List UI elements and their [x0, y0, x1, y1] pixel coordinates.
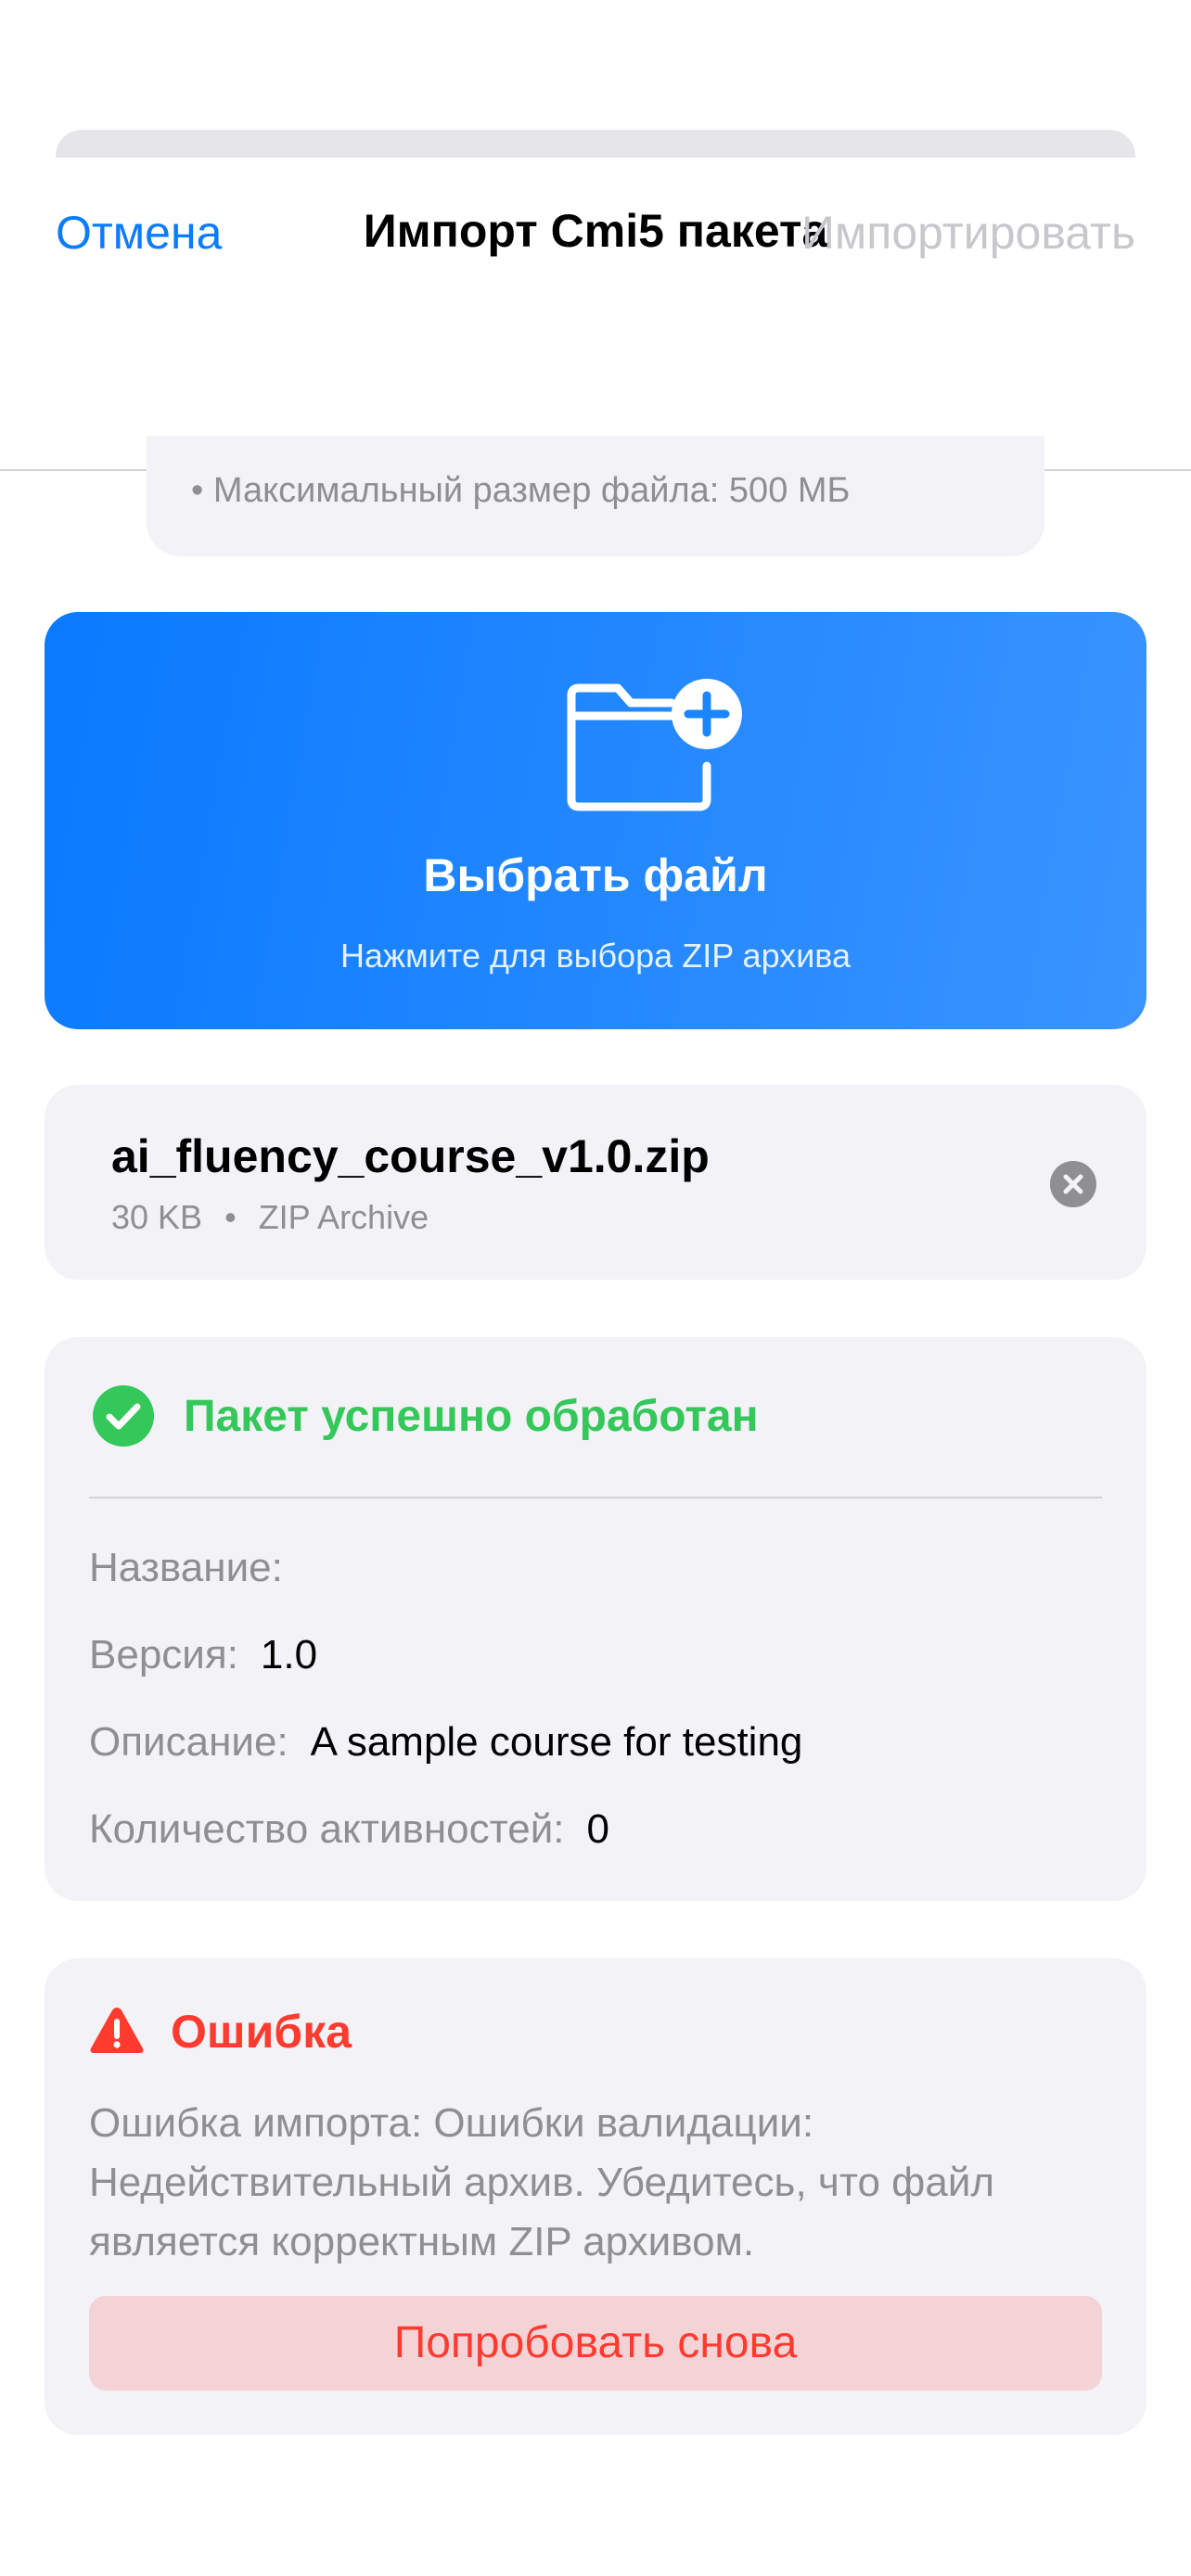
- folder-plus-icon: [567, 679, 742, 811]
- nav-bar: Отмена Импорт Cmi5 пакета Импортировать: [0, 158, 1191, 317]
- row-value: 1.0: [260, 1632, 318, 1677]
- row-description: Описание: A sample course for testing: [89, 1719, 802, 1766]
- file-name: ai_fluency_course_v1.0.zip: [111, 1130, 710, 1182]
- import-button[interactable]: Импортировать: [801, 206, 1135, 260]
- remove-file-icon[interactable]: [1050, 1161, 1096, 1207]
- requirements-card: • Максимальный размер файла: 500 МБ: [147, 436, 1044, 556]
- warning-triangle-icon: [90, 2008, 144, 2053]
- choose-file-button[interactable]: Выбрать файл Нажмите для выбора ZIP архи…: [45, 612, 1146, 1029]
- row-value: A sample course for testing: [310, 1719, 803, 1765]
- validation-result-card: Пакет успешно обработан Название: Версия…: [45, 1337, 1146, 1901]
- divider: [89, 1497, 1102, 1498]
- checkmark-circle-icon: [93, 1385, 154, 1447]
- meta-separator: •: [224, 1198, 237, 1236]
- max-size-note: • Максимальный размер файла: 500 МБ: [191, 471, 851, 510]
- retry-button[interactable]: Попробовать снова: [89, 2296, 1102, 2391]
- choose-file-subtitle: Нажмите для выбора ZIP архива: [339, 937, 852, 975]
- selected-file-card: ai_fluency_course_v1.0.zip 30 KB • ZIP Arc…: [45, 1085, 1146, 1280]
- row-name: Название:: [89, 1545, 305, 1591]
- row-version: Версия: 1.0: [89, 1632, 317, 1678]
- choose-file-title: Выбрать файл: [423, 849, 768, 901]
- error-title: Ошибка: [171, 2006, 352, 2058]
- row-label: Название:: [89, 1545, 283, 1590]
- error-message: Ошибка импорта: Ошибки валидации: Недейс…: [89, 2100, 995, 2264]
- file-meta: 30 KB • ZIP Archive: [111, 1198, 429, 1237]
- row-label: Количество активностей:: [89, 1806, 565, 1852]
- row-label: Версия:: [89, 1632, 238, 1677]
- success-status: Пакет успешно обработан: [184, 1392, 759, 1441]
- row-label: Описание:: [89, 1719, 288, 1765]
- error-card: Ошибка Ошибка импорта: Ошибки валидации:…: [45, 1958, 1146, 2435]
- file-type: ZIP Archive: [258, 1198, 429, 1236]
- row-value: 0: [586, 1806, 610, 1852]
- file-size: 30 KB: [111, 1198, 203, 1236]
- row-activities: Количество активностей: 0: [89, 1806, 609, 1853]
